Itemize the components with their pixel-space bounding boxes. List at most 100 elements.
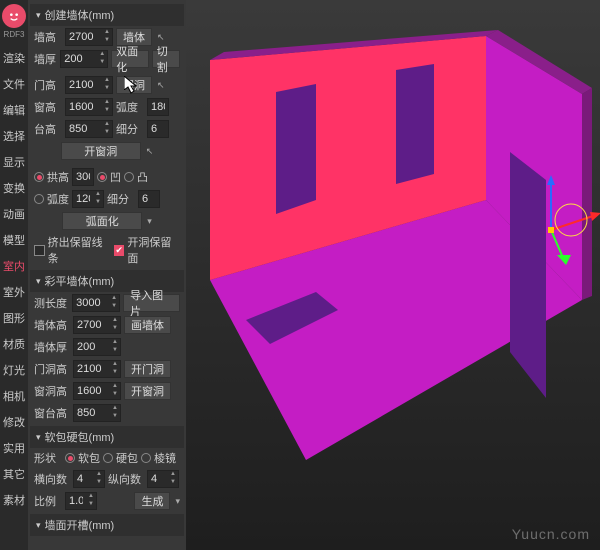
seg2-label: 细分	[107, 191, 135, 207]
section-title: 彩平墙体(mm)	[45, 273, 115, 289]
door-h-spinner[interactable]: ▲▼	[65, 76, 113, 94]
len-input[interactable]	[73, 297, 109, 309]
seg2-input[interactable]	[139, 193, 159, 205]
wh-label: 墙体高	[34, 317, 70, 333]
draw-wall-button[interactable]: 画墙体	[124, 316, 171, 334]
sill-input[interactable]	[66, 123, 102, 135]
open-window-button2[interactable]: 开窗洞	[124, 382, 171, 400]
arc-radio[interactable]: 弧度	[34, 191, 69, 207]
ratio-input[interactable]	[66, 495, 86, 507]
nav-util[interactable]: 实用	[3, 435, 25, 461]
arc-spinner[interactable]	[147, 98, 169, 116]
chevron-down-icon: ▾	[36, 276, 41, 287]
wt-spinner[interactable]: ▲▼	[73, 338, 121, 356]
nav-shape[interactable]: 图形	[3, 305, 25, 331]
chevron-down-icon: ▾	[36, 10, 41, 21]
nav-transform[interactable]: 变换	[3, 175, 25, 201]
nav-file[interactable]: 文件	[3, 71, 25, 97]
import-image-button[interactable]: 导入图片	[123, 294, 180, 312]
watermark: Yuucn.com	[512, 526, 590, 542]
section-soft[interactable]: ▾软包硬包(mm)	[30, 426, 184, 448]
open-window-button[interactable]: 开窗洞	[61, 142, 141, 160]
generate-button[interactable]: 生成	[134, 492, 170, 510]
sill-spinner[interactable]: ▲▼	[65, 120, 113, 138]
hard-radio[interactable]: 硬包	[103, 450, 138, 466]
concave-radio[interactable]: 凹	[97, 169, 121, 185]
nav-exterior[interactable]: 室外	[3, 279, 25, 305]
wh-spinner[interactable]: ▲▼	[73, 316, 121, 334]
down-arrow-icon[interactable]: ▼	[102, 37, 112, 45]
len-spinner[interactable]: ▲▼	[72, 294, 120, 312]
arch-h-input[interactable]	[73, 171, 93, 183]
convex-radio[interactable]: 凸	[124, 169, 148, 185]
seg-input[interactable]	[148, 123, 168, 135]
ratio-spinner[interactable]: ▲▼	[65, 492, 97, 510]
door-h-label: 门高	[34, 77, 62, 93]
hcnt-spinner[interactable]: ▲▼	[73, 470, 105, 488]
wt-label: 墙体厚	[34, 339, 70, 355]
win-h-input[interactable]	[66, 101, 102, 113]
wnh-input[interactable]	[74, 385, 110, 397]
wall-height-spinner[interactable]: ▲▼	[65, 28, 113, 46]
vcnt-input[interactable]	[148, 473, 168, 485]
prism-radio[interactable]: 棱镜	[141, 450, 176, 466]
dh-input[interactable]	[74, 363, 110, 375]
nav-other[interactable]: 其它	[3, 461, 25, 487]
ratio-label: 比例	[34, 493, 62, 509]
wall-height-label: 墙高	[34, 29, 62, 45]
arc-face-button[interactable]: 弧面化	[62, 212, 142, 230]
nav-render[interactable]: 渲染	[3, 45, 25, 71]
move-gizmo-icon[interactable]	[526, 175, 600, 265]
arc-input[interactable]	[148, 101, 168, 113]
door-button[interactable]: 门洞	[116, 76, 152, 94]
wt-input[interactable]	[74, 341, 110, 353]
room-geometry	[186, 0, 600, 550]
dh-spinner[interactable]: ▲▼	[73, 360, 121, 378]
sill2-input[interactable]	[74, 407, 110, 419]
cut-button[interactable]: 切割	[152, 50, 180, 68]
nav-interior[interactable]: 室内	[3, 253, 25, 279]
wnh-spinner[interactable]: ▲▼	[73, 382, 121, 400]
win-h-spinner[interactable]: ▲▼	[65, 98, 113, 116]
nav-select[interactable]: 选择	[3, 123, 25, 149]
nav-modify[interactable]: 修改	[3, 409, 25, 435]
3d-viewport[interactable]: Yuucn.com	[186, 0, 600, 550]
picker-icon[interactable]: ↖	[146, 146, 154, 157]
up-arrow-icon[interactable]: ▲	[102, 29, 112, 37]
nav-model[interactable]: 模型	[3, 227, 25, 253]
nav-camera[interactable]: 相机	[3, 383, 25, 409]
arc2-spinner[interactable]: ▲▼	[72, 190, 104, 208]
wall-height-input[interactable]	[66, 31, 102, 43]
arch-h-spinner[interactable]	[72, 168, 94, 186]
extrude-keep-checkbox[interactable]: 挤出保留线条	[34, 234, 111, 266]
dropdown-icon[interactable]: ▾	[175, 496, 180, 507]
nav-assets[interactable]: 素材	[3, 487, 25, 513]
nav-light[interactable]: 灯光	[3, 357, 25, 383]
seg-spinner[interactable]	[147, 120, 169, 138]
section-slot[interactable]: ▾墙面开槽(mm)	[30, 514, 184, 536]
section-create-wall[interactable]: ▾创建墙体(mm)	[30, 4, 184, 26]
wh-input[interactable]	[74, 319, 110, 331]
arch-radio[interactable]: 拱高	[34, 169, 69, 185]
nav-anim[interactable]: 动画	[3, 201, 25, 227]
dropdown-icon[interactable]: ▾	[147, 216, 152, 227]
open-door-button[interactable]: 开门洞	[124, 360, 171, 378]
hcnt-input[interactable]	[74, 473, 94, 485]
seg2-spinner[interactable]	[138, 190, 160, 208]
picker-icon[interactable]: ↖	[157, 32, 165, 43]
sill2-spinner[interactable]: ▲▼	[73, 404, 121, 422]
vcnt-spinner[interactable]: ▲▼	[147, 470, 179, 488]
nav-material[interactable]: 材质	[3, 331, 25, 357]
door-h-input[interactable]	[66, 79, 102, 91]
sill2-label: 窗台高	[34, 405, 70, 421]
nav-display[interactable]: 显示	[3, 149, 25, 175]
soft-radio[interactable]: 软包	[65, 450, 100, 466]
nav-edit[interactable]: 编辑	[3, 97, 25, 123]
arc2-input[interactable]	[73, 193, 93, 205]
picker-icon[interactable]: ↖	[157, 80, 165, 91]
double-face-button[interactable]: 双面化	[111, 50, 148, 68]
open-keep-checkbox[interactable]: ✔开洞保留面	[114, 234, 180, 266]
sill-label: 台高	[34, 121, 62, 137]
wall-thick-spinner[interactable]: ▲▼	[60, 50, 108, 68]
wall-thick-input[interactable]	[61, 53, 97, 65]
